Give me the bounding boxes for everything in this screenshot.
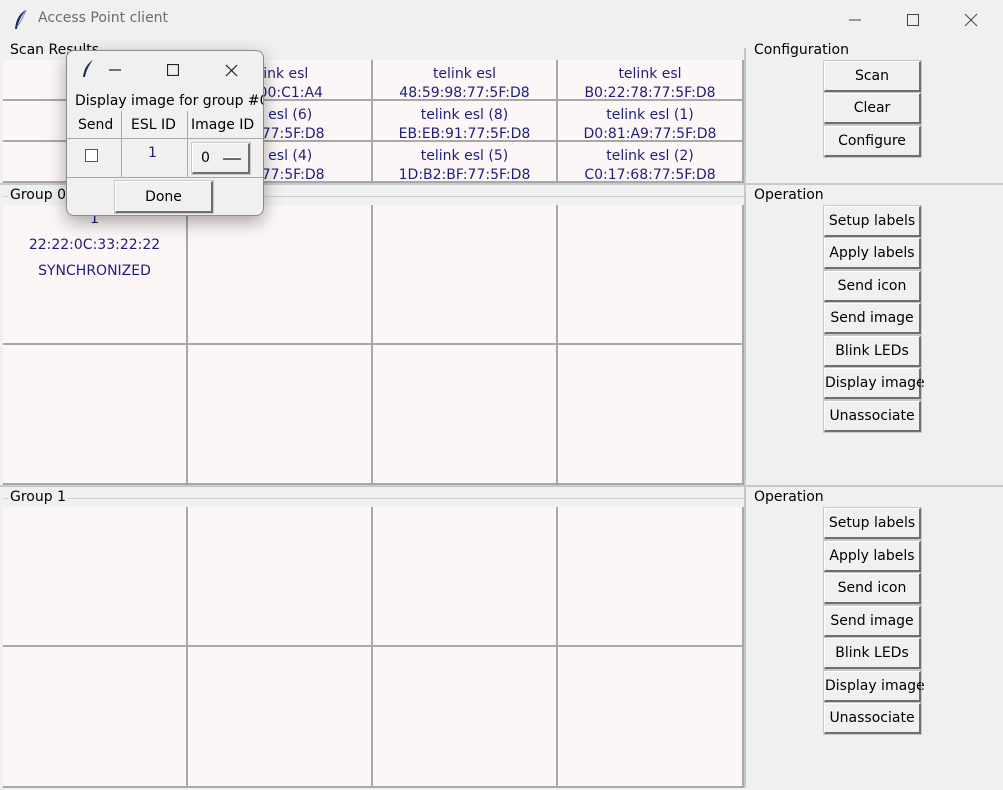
- send-icon-button[interactable]: Send icon: [823, 572, 922, 605]
- group-0-slot[interactable]: [188, 205, 373, 345]
- apply-labels-button[interactable]: Apply labels: [823, 540, 922, 573]
- setup-labels-button[interactable]: Setup labels: [823, 205, 922, 238]
- group-1-slot[interactable]: [188, 647, 373, 788]
- send-image-button[interactable]: Send image: [823, 605, 922, 638]
- minimize-icon: [109, 69, 121, 71]
- dialog-titlebar: [67, 51, 263, 89]
- scan-result-cell[interactable]: telink esl (2) C0:17:68:77:5F:D8: [558, 142, 744, 183]
- pane-divider: [744, 48, 746, 788]
- esl-mac: 22:22:0C:33:22:22: [28, 237, 161, 253]
- table-divider: [121, 111, 122, 177]
- esl-name: telink esl (8): [420, 107, 509, 123]
- group-1-label: Group 1: [8, 489, 68, 505]
- window-titlebar: Access Point client: [0, 0, 1003, 40]
- minimize-icon: [849, 19, 861, 21]
- scan-button[interactable]: Scan: [823, 60, 922, 93]
- group-0-slot[interactable]: [188, 345, 373, 485]
- group-1-grid: [3, 507, 744, 788]
- minimize-button[interactable]: [826, 0, 884, 40]
- dialog-close-button[interactable]: [216, 57, 246, 83]
- table-divider: [187, 111, 188, 177]
- group-1-slot[interactable]: [3, 647, 188, 788]
- configure-button[interactable]: Configure: [823, 125, 922, 158]
- display-image-dialog: Display image for group #0 Send ESL ID I…: [66, 50, 264, 216]
- close-icon: [225, 64, 237, 76]
- group-1-slot[interactable]: [188, 507, 373, 647]
- apply-labels-button[interactable]: Apply labels: [823, 237, 922, 270]
- send-icon-button[interactable]: Send icon: [823, 270, 922, 303]
- esl-mac: D0:81:A9:77:5F:D8: [583, 126, 717, 142]
- table-divider: [67, 138, 263, 139]
- send-checkbox[interactable]: [85, 149, 98, 162]
- section-divider: [0, 485, 1003, 487]
- esl-name: telink esl: [618, 66, 682, 82]
- group-0-grid: 1 22:22:0C:33:22:22 SYNCHRONIZED: [3, 205, 744, 485]
- group-0-slot[interactable]: [373, 205, 558, 345]
- esl-mac: EB:EB:91:77:5F:D8: [398, 126, 531, 142]
- group-0-slot[interactable]: 1 22:22:0C:33:22:22 SYNCHRONIZED: [3, 205, 188, 345]
- feather-icon: [83, 60, 93, 77]
- image-id-select[interactable]: 0: [191, 142, 251, 175]
- group-1-slot[interactable]: [373, 507, 558, 647]
- image-id-value: 0: [201, 150, 210, 166]
- esl-mac: 1D:B2:BF:77:5F:D8: [398, 167, 531, 183]
- clear-button[interactable]: Clear: [823, 92, 922, 125]
- option-menu-indicator-icon: [223, 157, 241, 160]
- group-0-slot[interactable]: [373, 345, 558, 485]
- operation-label: Operation: [752, 489, 826, 505]
- unassociate-button[interactable]: Unassociate: [823, 400, 922, 433]
- operation-label: Operation: [752, 187, 826, 203]
- column-header-esl-id: ESL ID: [131, 117, 176, 133]
- esl-status: SYNCHRONIZED: [38, 263, 151, 279]
- scan-result-cell[interactable]: telink esl (8) EB:EB:91:77:5F:D8: [373, 101, 558, 142]
- scan-result-cell[interactable]: telink esl (1) D0:81:A9:77:5F:D8: [558, 101, 744, 142]
- configuration-label: Configuration: [752, 42, 851, 58]
- close-icon: [964, 13, 978, 27]
- esl-mac: B0:22:78:77:5F:D8: [584, 85, 716, 101]
- display-image-button[interactable]: Display image: [823, 670, 925, 703]
- scan-result-cell[interactable]: telink esl B0:22:78:77:5F:D8: [558, 60, 744, 101]
- scan-result-cell[interactable]: telink esl 48:59:98:77:5F:D8: [373, 60, 558, 101]
- esl-mac: 48:59:98:77:5F:D8: [399, 85, 530, 101]
- maximize-button[interactable]: [884, 0, 942, 40]
- group-1-slot[interactable]: [373, 647, 558, 788]
- group-0-slot[interactable]: [558, 345, 744, 485]
- esl-name: telink esl: [432, 66, 497, 82]
- window-title: Access Point client: [38, 10, 169, 26]
- esl-name: telink esl (1): [606, 107, 694, 123]
- display-image-button[interactable]: Display image: [823, 367, 925, 400]
- dialog-minimize-button[interactable]: [100, 57, 130, 83]
- send-image-button[interactable]: Send image: [823, 302, 922, 335]
- esl-name: telink esl (5): [420, 148, 509, 164]
- blink-leds-button[interactable]: Blink LEDs: [823, 637, 922, 670]
- group-1-slot[interactable]: [558, 507, 744, 647]
- esl-id-value: 1: [148, 145, 157, 161]
- maximize-icon: [167, 64, 179, 76]
- done-button[interactable]: Done: [114, 180, 214, 214]
- setup-labels-button[interactable]: Setup labels: [823, 507, 922, 540]
- esl-mac: C0:17:68:77:5F:D8: [584, 167, 716, 183]
- group-1-slot[interactable]: [558, 647, 744, 788]
- table-divider: [67, 177, 263, 178]
- close-button[interactable]: [942, 0, 1000, 40]
- group-0-slot[interactable]: [558, 205, 744, 345]
- group-0-label: Group 0: [8, 187, 68, 203]
- unassociate-button[interactable]: Unassociate: [823, 702, 922, 735]
- scan-result-cell[interactable]: telink esl (5) 1D:B2:BF:77:5F:D8: [373, 142, 558, 183]
- column-header-image-id: Image ID: [191, 117, 255, 133]
- dialog-heading: Display image for group #0: [75, 93, 264, 109]
- feather-icon: [15, 9, 27, 29]
- maximize-icon: [907, 14, 919, 26]
- group-1-slot[interactable]: [3, 507, 188, 647]
- esl-name: telink esl (2): [606, 148, 694, 164]
- dialog-maximize-button[interactable]: [158, 57, 188, 83]
- group-0-slot[interactable]: [3, 345, 188, 485]
- group-1-frame: [3, 498, 744, 499]
- blink-leds-button[interactable]: Blink LEDs: [823, 335, 922, 368]
- column-header-send: Send: [78, 117, 114, 133]
